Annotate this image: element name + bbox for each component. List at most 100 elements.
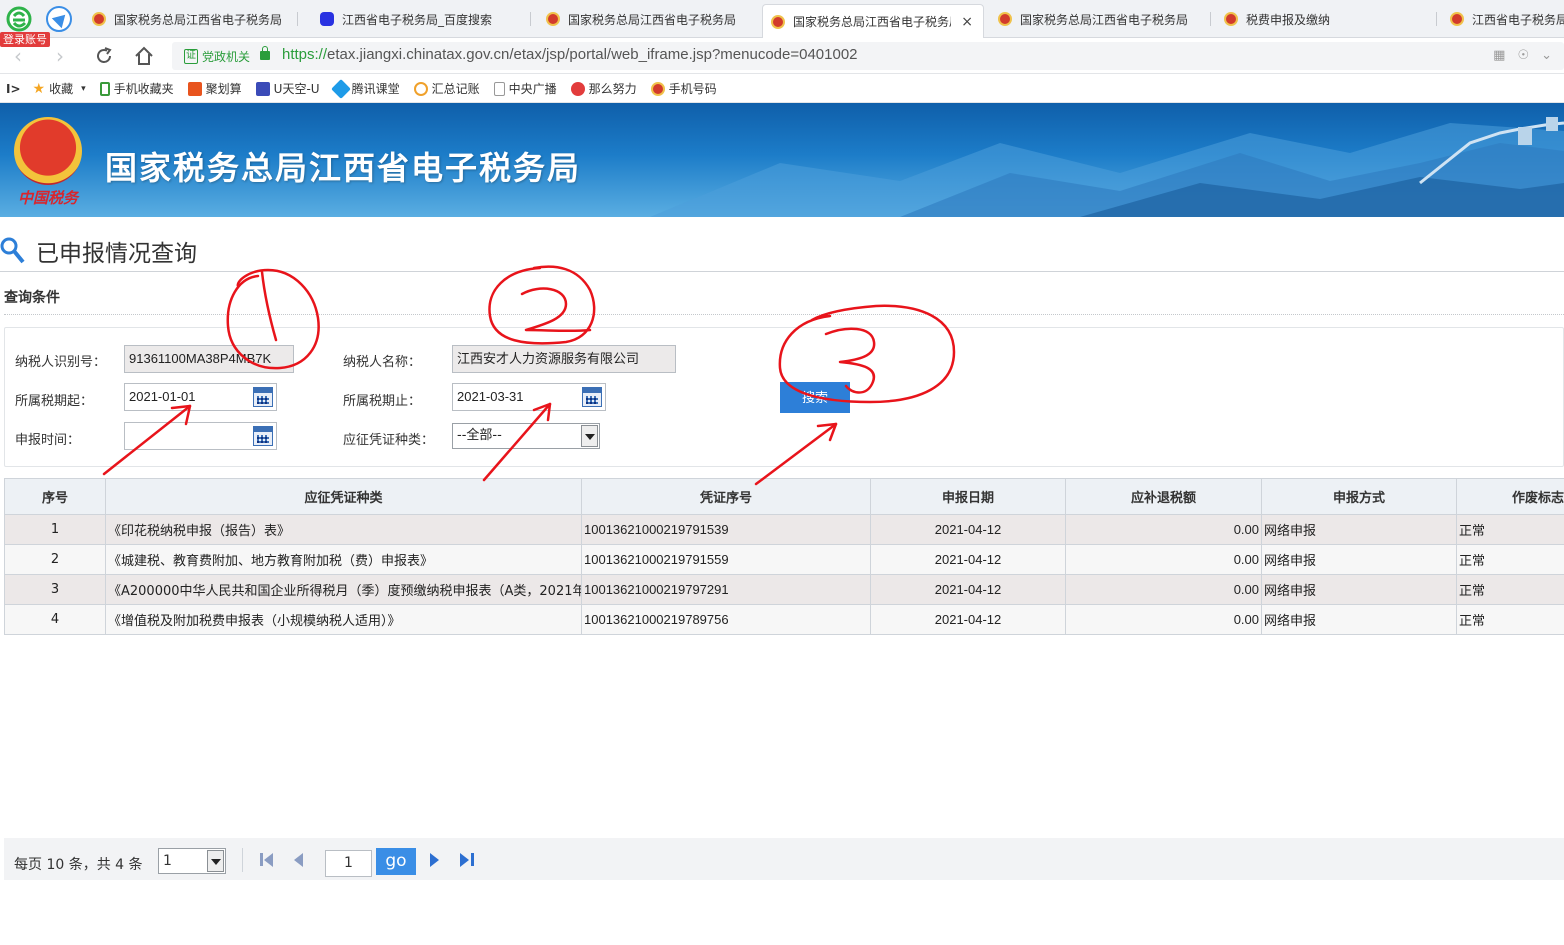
tab-label: 江西省电子税务局: [1472, 12, 1564, 27]
search-button[interactable]: 搜索: [780, 382, 850, 413]
cell-amount: 0.00: [1065, 604, 1262, 635]
calendar-icon[interactable]: [582, 387, 602, 407]
tab-7[interactable]: 江西省电子税务局: [1442, 4, 1564, 34]
period-start-label: 所属税期起：: [15, 394, 94, 409]
dropdown-icon[interactable]: ⌄: [1541, 48, 1552, 63]
login-badge[interactable]: 登录账号: [0, 32, 50, 47]
bookmark-item[interactable]: 汇总记账: [413, 80, 480, 97]
cell-status: 正常: [1456, 574, 1564, 605]
cert-badge[interactable]: 证 党政机关: [184, 47, 250, 65]
cell-date: 2021-04-12: [870, 604, 1066, 635]
bookmark-item[interactable]: 手机号码: [650, 80, 717, 97]
browser-toolbar: ‹ › 证 党政机关 https://etax.jiangxi.chinatax…: [0, 38, 1564, 74]
cell-voucher-type[interactable]: 《增值税及附加税费申报表（小规模纳税人适用）》: [105, 604, 582, 635]
page-root: 登录账号 国家税务总局江西省电子税务局 江西省电子税务局_百度搜索 国家税务总局…: [0, 0, 1564, 945]
back-icon[interactable]: ‹: [6, 44, 30, 68]
chevron-down-icon: [207, 850, 224, 872]
column-header[interactable]: 凭证序号: [581, 478, 871, 515]
browser-logo-icon[interactable]: [6, 6, 32, 32]
tab-close-icon[interactable]: ×: [961, 14, 973, 30]
pager-info: 每页 10 条，共 4 条: [14, 857, 143, 873]
bookmarks-bar: I> ★ 收藏 ▾ 手机收藏夹 聚划算 U天空-U 腾讯课堂 汇总记账 中央广播…: [0, 75, 1564, 103]
cell-amount: 0.00: [1065, 544, 1262, 575]
tab-active[interactable]: 国家税务总局江西省电子税务局 ×: [762, 4, 984, 38]
prev-page-icon[interactable]: [292, 852, 308, 868]
cell-index: 3: [4, 574, 106, 605]
tab-2[interactable]: 江西省电子税务局_百度搜索: [312, 4, 526, 34]
reload-icon[interactable]: [92, 44, 116, 68]
calendar-icon[interactable]: [253, 426, 273, 446]
juhuasuan-icon: [187, 81, 202, 96]
cell-date: 2021-04-12: [870, 574, 1066, 605]
taxpayer-id-field[interactable]: 91361100MA38P4MB7K: [124, 345, 294, 373]
cell-voucher-type[interactable]: 《城建税、教育费附加、地方教育附加税（费）申报表》: [105, 544, 582, 575]
page-size-select[interactable]: 1: [158, 848, 226, 874]
column-header[interactable]: 应补退税额: [1065, 478, 1262, 515]
column-header[interactable]: 申报方式: [1261, 478, 1457, 515]
site-banner: 中国税务 国家税务总局江西省电子税务局: [0, 103, 1564, 217]
period-end-field[interactable]: 2021-03-31: [452, 383, 606, 411]
cell-method: 网络申报: [1261, 604, 1457, 635]
column-header[interactable]: 序号: [4, 478, 106, 515]
forward-icon[interactable]: ›: [48, 44, 72, 68]
u-icon: [255, 81, 270, 96]
bookmark-item[interactable]: 中央广播: [493, 80, 557, 97]
cell-voucher-type[interactable]: 《印花税纳税申报（报告）表》: [105, 514, 582, 545]
taxpayer-name-label: 纳税人名称：: [343, 355, 422, 370]
emblem-caption: 中国税务: [18, 189, 79, 207]
emblem-icon: [650, 81, 665, 96]
page-number-input[interactable]: 1: [325, 850, 372, 877]
pagination-bar: 每页 10 条，共 4 条 1 1 go: [4, 838, 1564, 880]
emblem-icon: [92, 12, 106, 26]
cert-icon: 证: [184, 48, 198, 64]
table-row[interactable]: 2 《城建税、教育费附加、地方教育附加税（费）申报表》 100136210002…: [4, 544, 1564, 575]
banner-title: 国家税务总局江西省电子税务局: [105, 149, 582, 187]
period-end-label: 所属税期止：: [343, 394, 422, 409]
emblem-icon: [771, 14, 785, 29]
chevron-down-icon: [581, 425, 598, 447]
sidebar-toggle-icon[interactable]: I>: [6, 82, 21, 96]
search-icon: [0, 237, 25, 264]
first-page-icon[interactable]: [260, 852, 276, 868]
column-header[interactable]: 应征凭证种类: [105, 478, 582, 515]
cell-status: 正常: [1456, 604, 1564, 635]
cell-voucher-no: 10013621000219797291: [581, 574, 871, 605]
bookmark-item[interactable]: 腾讯课堂: [330, 78, 400, 99]
tencent-class-icon: [330, 78, 351, 99]
column-header[interactable]: 作废标志: [1456, 478, 1564, 515]
url-text[interactable]: https://etax.jiangxi.chinatax.gov.cn/eta…: [282, 46, 858, 63]
period-start-field[interactable]: 2021-01-01: [124, 383, 277, 411]
bookmark-item[interactable]: ★ 收藏 ▾: [33, 80, 86, 97]
voucher-type-select[interactable]: --全部--: [452, 423, 600, 449]
navigate-icon[interactable]: [46, 6, 72, 32]
calendar-icon[interactable]: [253, 387, 273, 407]
table-row[interactable]: 3 《A200000中华人民共和国企业所得税月（季）度预缴纳税申报表（A类，20…: [4, 574, 1564, 605]
compat-icon[interactable]: ☉: [1517, 48, 1529, 63]
taxpayer-name-field[interactable]: 江西安才人力资源服务有限公司: [452, 345, 676, 373]
tab-5[interactable]: 国家税务总局江西省电子税务局: [990, 4, 1196, 34]
tab-1[interactable]: 国家税务总局江西省电子税务局: [84, 4, 290, 34]
home-icon[interactable]: [132, 44, 156, 68]
tab-3[interactable]: 国家税务总局江西省电子税务局: [538, 4, 744, 34]
go-button[interactable]: go: [376, 848, 416, 875]
bookmark-item[interactable]: 手机收藏夹: [99, 80, 174, 97]
grid-icon[interactable]: ▦: [1493, 48, 1505, 63]
bookmark-item[interactable]: 那么努力: [570, 80, 637, 97]
cell-method: 网络申报: [1261, 514, 1457, 545]
cell-voucher-type[interactable]: 《A200000中华人民共和国企业所得税月（季）度预缴纳税申报表（A类，2021…: [105, 574, 582, 605]
cert-label: 党政机关: [202, 49, 251, 64]
column-header[interactable]: 申报日期: [870, 478, 1066, 515]
table-row[interactable]: 1 《印花税纳税申报（报告）表》 10013621000219791539 20…: [4, 514, 1564, 545]
lock-icon[interactable]: [260, 46, 270, 60]
filing-time-field[interactable]: [124, 422, 277, 450]
bookmark-item[interactable]: U天空-U: [255, 80, 320, 97]
table-row[interactable]: 4 《增值税及附加税费申报表（小规模纳税人适用）》 10013621000219…: [4, 604, 1564, 635]
last-page-icon[interactable]: [458, 852, 474, 868]
results-table: 序号 应征凭证种类 凭证序号 申报日期 应补退税额 申报方式 作废标志 1 《印…: [4, 478, 1564, 635]
tab-6[interactable]: 税费申报及缴纳: [1216, 4, 1422, 34]
cell-voucher-no: 10013621000219789756: [581, 604, 871, 635]
address-bar[interactable]: 证 党政机关 https://etax.jiangxi.chinatax.gov…: [172, 42, 1564, 70]
bookmark-item[interactable]: 聚划算: [187, 80, 242, 97]
cell-status: 正常: [1456, 514, 1564, 545]
next-page-icon[interactable]: [428, 852, 444, 868]
